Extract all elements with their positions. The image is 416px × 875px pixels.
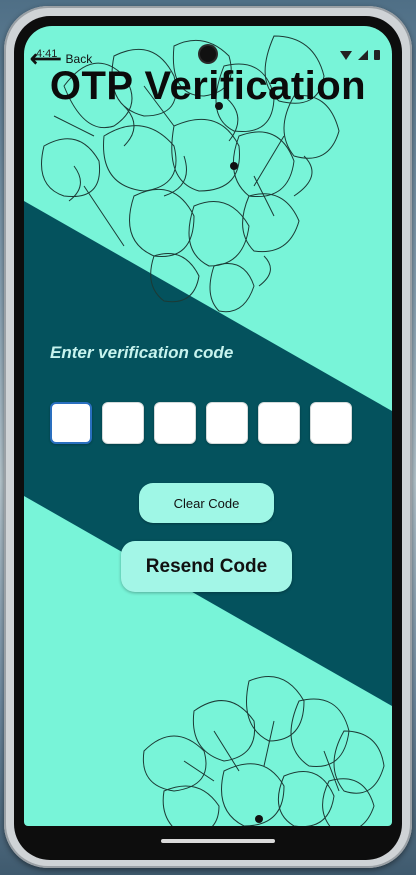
otp-digit-4[interactable] (206, 402, 248, 444)
phone-frame: 4:41 ⟵ Back OTP Verification Enter verif… (4, 6, 412, 868)
front-camera (200, 46, 216, 62)
otp-digit-3[interactable] (154, 402, 196, 444)
home-indicator[interactable] (161, 839, 275, 843)
otp-input-row (50, 402, 352, 444)
flower-illustration-bottom (142, 676, 385, 826)
status-icons (340, 50, 380, 60)
otp-digit-1[interactable] (50, 402, 92, 444)
signal-icon (358, 50, 368, 60)
otp-digit-5[interactable] (258, 402, 300, 444)
resend-code-button[interactable]: Resend Code (121, 541, 292, 592)
verification-prompt: Enter verification code (50, 343, 234, 362)
wifi-icon (340, 50, 352, 60)
app-screen: 4:41 ⟵ Back OTP Verification Enter verif… (24, 26, 392, 826)
clear-code-button[interactable]: Clear Code (139, 483, 274, 523)
otp-digit-2[interactable] (102, 402, 144, 444)
phone-bezel: 4:41 ⟵ Back OTP Verification Enter verif… (14, 16, 402, 860)
battery-icon (374, 50, 380, 60)
otp-digit-6[interactable] (310, 402, 352, 444)
page-title: OTP Verification (49, 64, 367, 108)
